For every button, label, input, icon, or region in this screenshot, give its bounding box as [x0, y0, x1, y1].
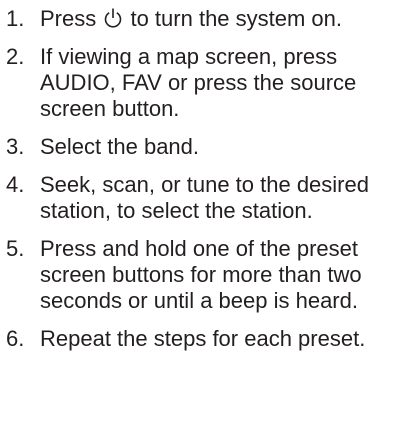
step-text: Repeat the steps for each preset. [40, 326, 366, 351]
step-text: Press and hold one of the preset screen … [40, 236, 362, 313]
step-number: 5. [6, 236, 25, 261]
step-6: 6. Repeat the steps for each preset. [0, 326, 405, 352]
step-number: 1. [6, 6, 25, 31]
step-number: 6. [6, 326, 25, 351]
instruction-steps-list: 1. Press to turn the system on. 2. If vi… [0, 0, 405, 352]
step-1: 1. Press to turn the system on. [0, 6, 405, 32]
step-text: Seek, scan, or tune to the desired stati… [40, 172, 369, 223]
step-number: 2. [6, 44, 25, 69]
step-4: 4. Seek, scan, or tune to the desired st… [0, 172, 405, 224]
step-3: 3. Select the band. [0, 134, 405, 160]
step-number: 3. [6, 134, 25, 159]
step-5: 5. Press and hold one of the preset scre… [0, 236, 405, 314]
step-number: 4. [6, 172, 25, 197]
step-text: If viewing a map screen, press AUDIO, FA… [40, 44, 357, 121]
step-text-before-icon: Press [40, 6, 103, 31]
power-icon [103, 7, 123, 29]
step-text: Select the band. [40, 134, 200, 159]
step-2: 2. If viewing a map screen, press AUDIO,… [0, 44, 405, 122]
step-text-after-icon: to turn the system on. [124, 6, 343, 31]
